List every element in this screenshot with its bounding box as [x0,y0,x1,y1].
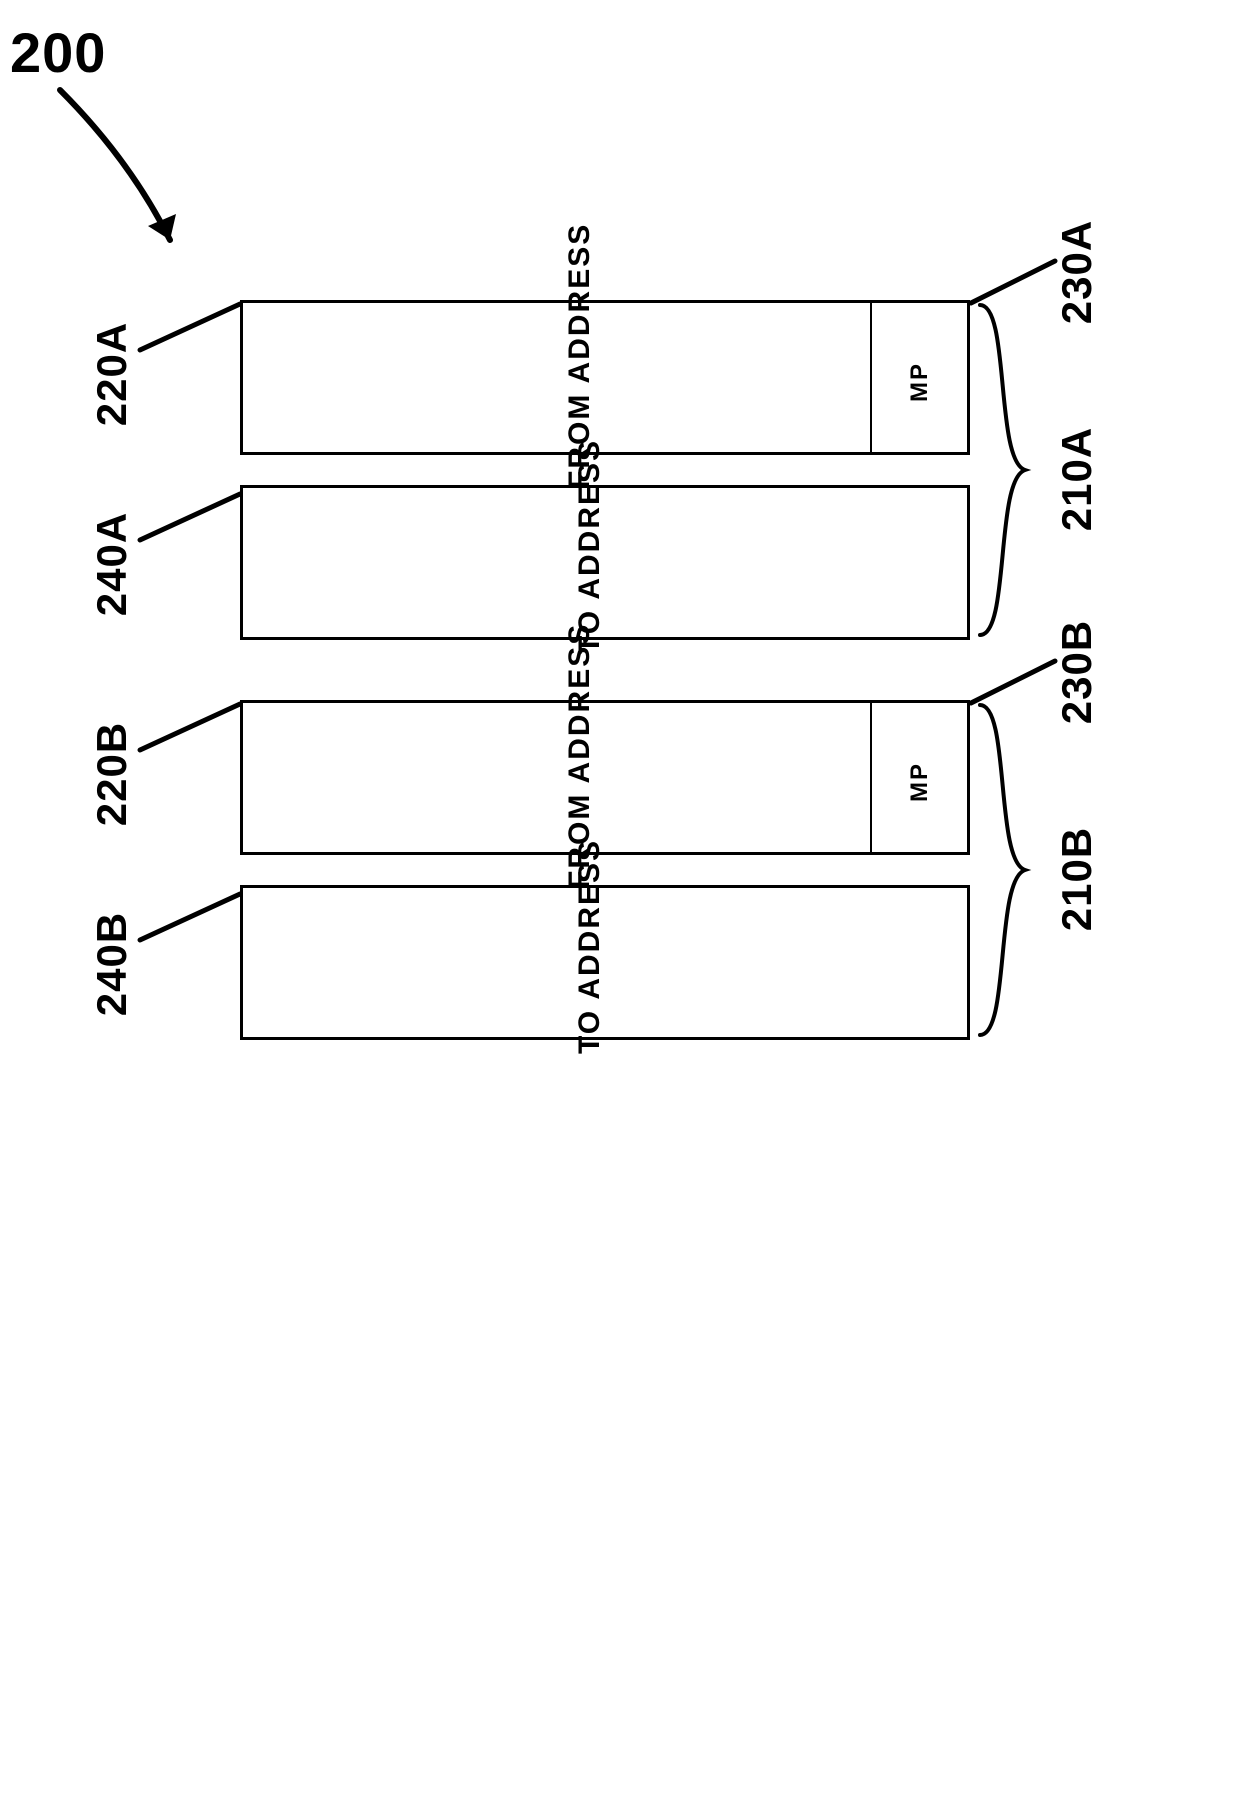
ref-230a: 230A [1053,220,1101,324]
ref-220b: 220B [88,722,136,826]
ref-240a: 240A [88,512,136,616]
mp-b-label: MP [906,762,934,802]
to-address-b-label: TO ADDRESS [573,874,607,1054]
ref-220a: 220A [88,322,136,426]
from-row-a-divider [870,303,872,452]
ref-230b: 230B [1053,620,1101,724]
ref-210a: 210A [1053,427,1101,531]
ref-240b: 240B [88,912,136,1016]
ref-210b: 210B [1053,827,1101,931]
brace-210b-icon [975,700,1035,1040]
mp-a-label: MP [906,362,934,402]
from-row-a [240,300,970,455]
brace-210a-icon [975,300,1035,640]
from-row-b-divider [870,703,872,852]
arrow-200-icon [40,70,200,270]
from-row-b [240,700,970,855]
